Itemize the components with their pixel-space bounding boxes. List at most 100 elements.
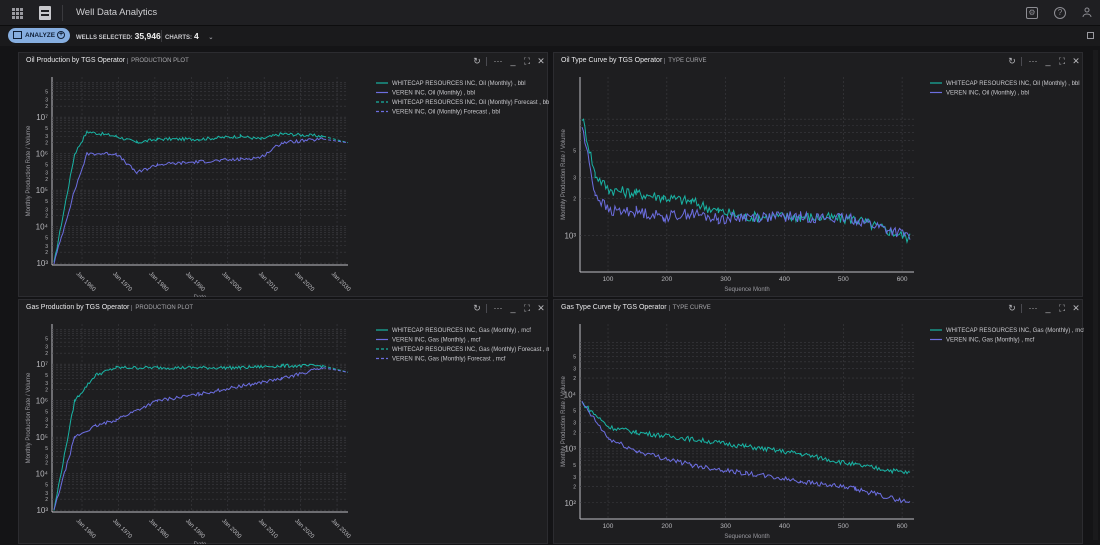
minimize-icon[interactable]: _ [508,56,518,66]
close-icon[interactable]: ✕ [536,303,546,313]
chart-subtitle: PRODUCTION PLOT [131,305,194,311]
close-icon[interactable]: ✕ [536,56,546,66]
y-minor-label: 5 [45,236,48,242]
charts-value: 4 [194,31,199,41]
chevron-down-icon[interactable]: ⌄ [208,35,213,41]
chart-svg: 10²23510³23510⁴235100 200 300 400 500 600Sequ… [561,324,1084,540]
minimize-icon[interactable]: _ [1043,303,1053,313]
y-minor-label: 3 [45,98,48,104]
refresh-icon[interactable]: ↻ [1007,303,1017,313]
refresh-icon[interactable]: ↻ [472,303,482,313]
panel-title: Oil Type Curve by TGS Operator TYPE CURVE [561,57,707,64]
legend: WHITECAP RESOURCES INC, Gas (Monthly) , … [930,328,1084,344]
more-icon[interactable]: ··· [493,56,503,66]
legend-item[interactable]: VEREN INC, Oil (Monthly) , bbl [392,91,475,97]
x-axis-label: Sequence Month [724,534,769,540]
legend-item[interactable]: WHITECAP RESOURCES INC, Gas (Monthly) Fo… [392,347,549,353]
panel-title: Gas Production by TGS Operator PRODUCTION… [26,304,194,311]
divider [1021,57,1022,66]
y-tick-label: 10⁷ [36,360,48,369]
legend: WHITECAP RESOURCES INC, Oil (Monthly) , … [930,81,1080,97]
series-line [581,401,911,475]
legend: WHITECAP RESOURCES INC, Oil (Monthly) , … [376,81,549,116]
more-icon[interactable]: ··· [493,303,503,313]
scrollbar[interactable] [1093,50,1098,540]
y-minor-label: 3 [573,175,576,181]
y-minor-label: 2 [45,461,48,467]
series-line [53,137,324,265]
legend-item[interactable]: VEREN INC, Gas (Monthly) Forecast , mcf [392,357,506,363]
wells-selected: WELLS SELECTED: 35,946 [76,31,161,41]
minimize-icon[interactable]: _ [1043,56,1053,66]
x-tick-label: Jan 1980 [147,518,169,540]
legend-item[interactable]: VEREN INC, Oil (Monthly) , bbl [946,91,1029,97]
fullscreen-icon[interactable] [1087,32,1094,39]
y-minor-label: 3 [45,454,48,460]
x-tick-label: 200 [661,276,672,283]
settings-icon[interactable]: ⚙ [1026,7,1038,19]
y-tick-label: 10³ [564,231,576,240]
x-tick-label: Jan 1960 [75,518,97,540]
legend-item[interactable]: WHITECAP RESOURCES INC, Oil (Monthly) , … [392,81,526,87]
y-tick-label: 10⁶ [36,397,48,406]
plot-area: 10²23510³23510⁴235100 200 300 400 500 600Sequ… [561,324,914,540]
chart-subtitle: TYPE CURVE [668,305,711,311]
y-axis-label: Monthly Production Rate / Volume [561,375,567,466]
user-icon[interactable] [1081,7,1093,19]
help-icon[interactable]: ? [1054,7,1066,19]
more-icon[interactable]: ··· [1028,303,1038,313]
x-tick-label: 100 [603,276,614,283]
y-minor-label: 2 [45,141,48,147]
app-grid-icon[interactable] [12,8,23,19]
analyze-button[interactable]: ANALYZE + [8,28,70,43]
legend-item[interactable]: WHITECAP RESOURCES INC, Gas (Monthly) , … [946,328,1084,334]
charts-count[interactable]: CHARTS: 4 ⌄ [165,31,213,41]
close-icon[interactable]: ✕ [1071,303,1081,313]
chart-panel: Oil Production by TGS Operator PRODUCTION… [18,52,549,297]
y-minor-label: 5 [573,463,576,469]
logo [39,6,51,20]
y-minor-label: 5 [45,126,48,132]
panel-header: Oil Production by TGS Operator PRODUCTION… [19,53,547,69]
maximize-icon[interactable]: ⛶ [522,303,532,313]
maximize-icon[interactable]: ⛶ [1057,303,1067,313]
legend-item[interactable]: VEREN INC, Oil (Monthly) Forecast , bbl [392,110,500,116]
chart-panel: Gas Type Curve by TGS Operator TYPE CURVE… [553,299,1084,544]
refresh-icon[interactable]: ↻ [1007,56,1017,66]
y-minor-label: 5 [45,337,48,343]
chart-panel: Oil Type Curve by TGS Operator TYPE CURVE… [553,52,1083,297]
legend-item[interactable]: VEREN INC, Gas (Monthly) , mcf [392,338,481,344]
divider [486,57,487,66]
y-minor-label: 2 [45,104,48,110]
maximize-icon[interactable]: ⛶ [1057,56,1067,66]
refresh-icon[interactable]: ↻ [472,56,482,66]
x-tick-label: Jan 1980 [147,271,169,293]
y-tick-label: 10³ [36,259,48,268]
plot-area: 10³23510⁴23510⁵23510⁶23510⁷235Jan 1960 Ja… [26,324,352,544]
x-tick-label: Jan 1970 [111,271,133,293]
x-tick-label: Jan 2000 [220,518,242,540]
y-minor-label: 2 [45,388,48,394]
maximize-icon[interactable]: ⛶ [522,56,532,66]
y-minor-label: 2 [45,177,48,183]
legend-item[interactable]: WHITECAP RESOURCES INC, Oil (Monthly) , … [946,81,1080,87]
y-minor-label: 3 [45,134,48,140]
legend-item[interactable]: VEREN INC, Gas (Monthly) , mcf [946,338,1035,344]
x-tick-label: 200 [661,523,672,530]
y-minor-label: 3 [45,418,48,424]
legend-item[interactable]: WHITECAP RESOURCES INC, Oil (Monthly) Fo… [392,100,549,106]
add-icon: + [57,31,65,39]
y-tick-label: 10⁶ [36,150,48,159]
y-minor-label: 2 [573,197,576,203]
x-tick-label: 300 [720,523,731,530]
minimize-icon[interactable]: _ [508,303,518,313]
close-icon[interactable]: ✕ [1071,56,1081,66]
y-minor-label: 5 [45,90,48,96]
more-icon[interactable]: ··· [1028,56,1038,66]
plot-area: 10³23510⁴23510⁵23510⁶23510⁷235Jan 1960 Ja… [26,77,352,297]
charts-label: CHARTS: [165,35,192,41]
x-tick-label: Jan 2030 [330,271,352,293]
chart-svg: 10³ 2 3 5 100 200 300 400 500 600 Sequence Month Mo… [561,77,1080,293]
legend-item[interactable]: WHITECAP RESOURCES INC, Gas (Monthly) , … [392,328,531,334]
plot-area: 10³ 2 3 5 100 200 300 400 500 600 Sequence Month Mo… [561,77,914,293]
